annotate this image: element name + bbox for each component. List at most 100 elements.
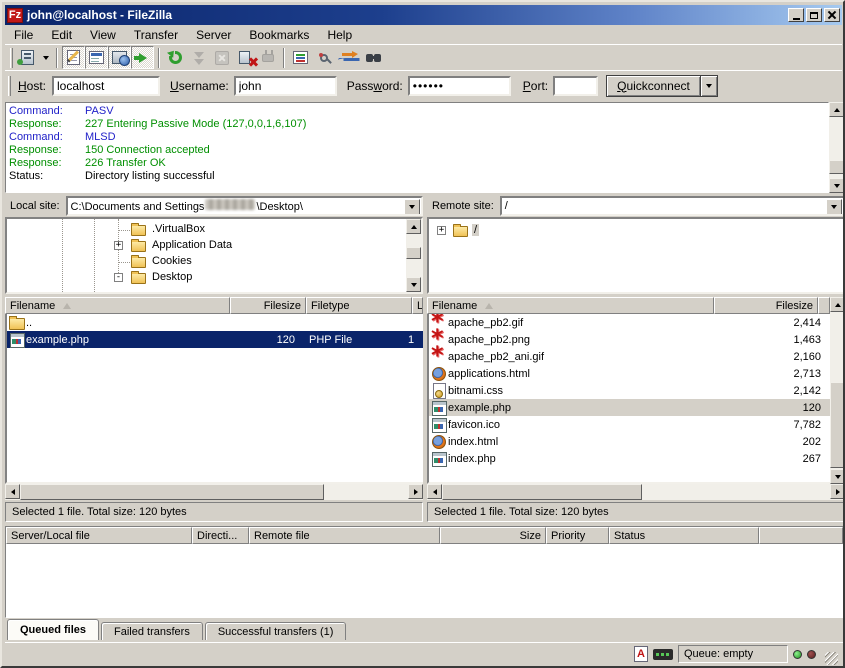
column-server-local-file[interactable]: Server/Local file	[6, 527, 192, 544]
port-input[interactable]	[553, 76, 598, 96]
local-list-hscrollbar[interactable]	[5, 484, 423, 500]
file-row[interactable]: favicon.ico 7,782	[429, 416, 830, 433]
column-filesize[interactable]: Filesize	[230, 297, 306, 314]
resize-grip[interactable]	[825, 652, 838, 665]
status-bar: A Queue: empty	[5, 642, 844, 665]
remote-site-dropdown[interactable]	[826, 199, 842, 215]
file-row[interactable]: index.html 202	[429, 433, 830, 450]
column-filesize[interactable]: Filesize	[714, 297, 818, 314]
tree-expander[interactable]: +	[437, 226, 446, 235]
toggle-log-button[interactable]	[62, 46, 85, 69]
remote-list-scrollbar[interactable]	[830, 297, 845, 484]
column-filename[interactable]: Filename	[5, 297, 230, 314]
remote-list-hscrollbar[interactable]	[427, 484, 845, 500]
tree-item-cookies[interactable]: Cookies	[7, 254, 421, 270]
file-row-example-php[interactable]: example.php 120 PHP File 1	[7, 331, 423, 348]
log-scrollbar[interactable]	[829, 102, 844, 193]
menu-help[interactable]: Help	[318, 27, 361, 43]
chevron-down-icon	[409, 205, 415, 209]
toggle-local-tree-button[interactable]	[85, 46, 108, 69]
tree-item-application-data[interactable]: + Application Data	[7, 238, 421, 254]
menu-edit[interactable]: Edit	[42, 27, 81, 43]
menu-bookmarks[interactable]: Bookmarks	[240, 27, 318, 43]
tab-failed-transfers[interactable]: Failed transfers	[101, 622, 203, 640]
file-row[interactable]: apache_pb2_ani.gif 2,160	[429, 348, 830, 365]
scroll-up-button[interactable]	[829, 102, 844, 117]
site-manager-button[interactable]	[16, 46, 39, 69]
tree-item-virtualbox[interactable]: .VirtualBox	[7, 222, 421, 238]
scroll-right-button[interactable]	[830, 484, 845, 499]
tree-expander[interactable]: -	[114, 273, 123, 282]
column-size[interactable]: Size	[440, 527, 546, 544]
site-manager-dropdown[interactable]	[39, 46, 52, 69]
tree-item-root[interactable]: + /	[429, 223, 843, 239]
reconnect-button[interactable]	[256, 46, 279, 69]
file-row[interactable]: index.php 267	[429, 450, 830, 467]
local-site-dropdown[interactable]	[404, 199, 420, 215]
column-status[interactable]: Status	[609, 527, 759, 544]
scrollbar-thumb[interactable]	[406, 247, 421, 259]
log-line: Response:226 Transfer OK	[9, 157, 828, 170]
quickconnect-button[interactable]: Quickconnect	[606, 75, 701, 97]
column-last-modified[interactable]: L	[412, 297, 423, 314]
menu-file[interactable]: File	[5, 27, 42, 43]
maximize-button[interactable]	[806, 8, 822, 22]
password-input[interactable]	[408, 76, 511, 96]
disconnect-button[interactable]	[233, 46, 256, 69]
tree-item-desktop[interactable]: - Desktop	[7, 270, 421, 286]
scrollbar-thumb[interactable]	[830, 382, 845, 468]
scroll-left-button[interactable]	[5, 484, 20, 499]
find-files-button[interactable]	[358, 46, 381, 69]
column-filetype[interactable]: Filetype	[306, 297, 412, 314]
toggle-queue-button[interactable]	[131, 46, 154, 69]
cancel-operation-button[interactable]	[210, 46, 233, 69]
column-remote-file[interactable]: Remote file	[249, 527, 440, 544]
title-bar[interactable]: Fz john@localhost - FileZilla	[5, 5, 842, 25]
file-row-parent-dir[interactable]: ..	[7, 314, 423, 331]
remote-site-combo[interactable]: /	[500, 196, 845, 216]
tree-expander[interactable]: +	[114, 241, 123, 250]
scrollbar-thumb[interactable]	[442, 484, 642, 500]
menu-transfer[interactable]: Transfer	[125, 27, 187, 43]
menu-server[interactable]: Server	[187, 27, 240, 43]
arrow-down-icon	[834, 184, 840, 188]
local-site-combo[interactable]: C:\Documents and Settings\Desktop\	[66, 196, 423, 216]
directory-comparison-button[interactable]	[312, 46, 335, 69]
filter-button[interactable]	[289, 46, 312, 69]
scrollbar-thumb[interactable]	[829, 160, 844, 174]
column-direction[interactable]: Directi...	[192, 527, 249, 544]
quickconnect-dropdown[interactable]	[701, 75, 718, 97]
scroll-down-button[interactable]	[406, 277, 421, 292]
minimize-button[interactable]	[788, 8, 804, 22]
synchronized-browsing-button[interactable]	[335, 46, 358, 69]
tab-queued-files[interactable]: Queued files	[7, 619, 99, 640]
scroll-up-button[interactable]	[406, 219, 421, 234]
file-row[interactable]: apache_pb2.gif 2,414	[429, 314, 830, 331]
tree-connector	[118, 262, 130, 263]
queue-header: Server/Local file Directi... Remote file…	[6, 527, 843, 544]
refresh-button[interactable]	[164, 46, 187, 69]
column-priority[interactable]: Priority	[546, 527, 609, 544]
file-row[interactable]: applications.html 2,713	[429, 365, 830, 382]
local-tree-scrollbar[interactable]	[406, 219, 421, 292]
username-input[interactable]	[234, 76, 337, 96]
tab-successful-transfers[interactable]: Successful transfers (1)	[205, 622, 347, 640]
host-input[interactable]	[52, 76, 160, 96]
scroll-down-button[interactable]	[830, 469, 845, 484]
file-row[interactable]: bitnami.css 2,142	[429, 382, 830, 399]
scrollbar-thumb[interactable]	[20, 484, 324, 500]
process-queue-button[interactable]	[187, 46, 210, 69]
close-button[interactable]	[824, 8, 840, 22]
file-row-selected[interactable]: example.php 120	[429, 399, 830, 416]
file-row[interactable]: apache_pb2.png 1,463	[429, 331, 830, 348]
column-filename[interactable]: Filename	[427, 297, 714, 314]
toolbar-separator	[158, 48, 160, 68]
scroll-down-button[interactable]	[829, 178, 844, 193]
menu-view[interactable]: View	[81, 27, 125, 43]
message-log-text: Command:PASV Response:227 Entering Passi…	[5, 102, 829, 193]
toggle-remote-tree-button[interactable]	[108, 46, 131, 69]
apache-file-icon	[431, 349, 448, 364]
scroll-left-button[interactable]	[427, 484, 442, 499]
scroll-right-button[interactable]	[408, 484, 423, 499]
scroll-up-button[interactable]	[830, 297, 845, 312]
